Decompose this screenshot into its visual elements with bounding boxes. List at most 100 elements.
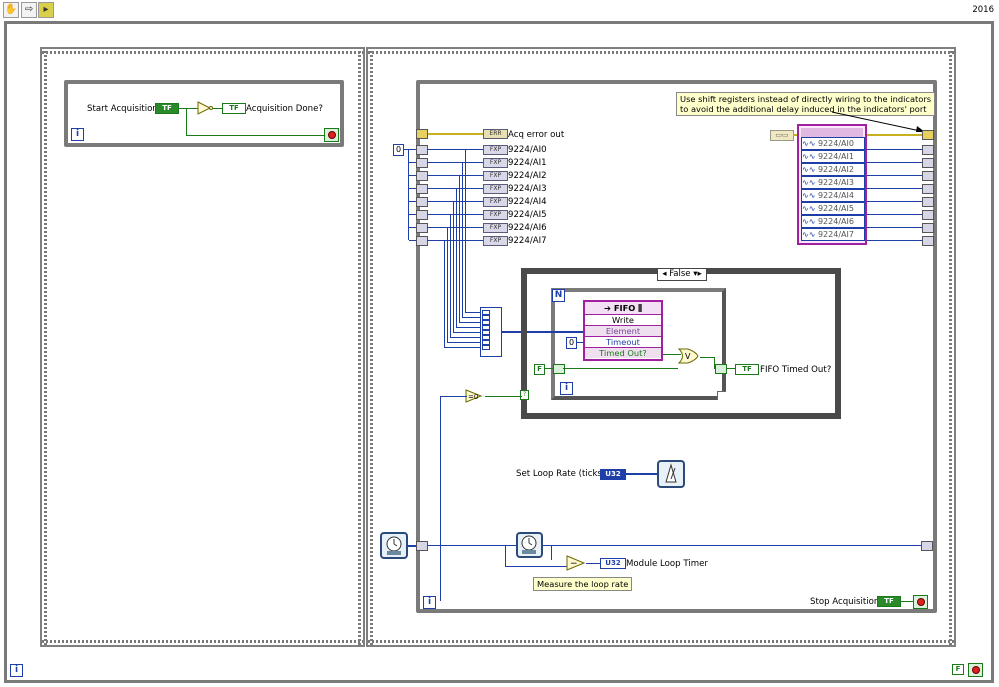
error-cluster-constant: ▭▭	[770, 130, 794, 141]
bundle-row-label: 9224/AI7	[817, 230, 854, 239]
or-gate-icon: V	[678, 348, 699, 364]
bundle-row-label: 9224/AI4	[817, 191, 854, 200]
start-acquisition-control[interactable]: TF	[155, 103, 179, 114]
channel-shift-register-left	[416, 171, 428, 181]
module-loop-timer-label: Module Loop Timer	[626, 559, 708, 569]
wire	[409, 214, 416, 215]
fifo-timed-out: Timed Out?	[585, 347, 661, 358]
wire	[427, 162, 483, 163]
fifo-element: Element	[585, 325, 661, 336]
channel-io-node: FXP	[483, 236, 508, 246]
wire	[427, 545, 921, 546]
wire	[456, 327, 480, 328]
wire	[186, 108, 187, 136]
channel-shift-register-right	[922, 184, 934, 194]
build-array-input	[482, 345, 490, 350]
zero-constant: 0	[393, 144, 404, 156]
channel-label: 9224/AI5	[508, 210, 547, 220]
outer-stop-terminal[interactable]	[968, 663, 983, 677]
wire	[427, 240, 483, 241]
bundle-row-label: 9224/AI0	[817, 139, 854, 148]
channel-io-node: FXP	[483, 145, 508, 155]
wire	[505, 545, 506, 567]
wire	[867, 201, 922, 202]
wire	[867, 214, 922, 215]
outer-false-constant: F	[952, 664, 964, 675]
error-shift-register-left	[416, 129, 428, 139]
set-loop-rate-control[interactable]: U32	[600, 469, 626, 480]
waveform-icon: ∿∿	[802, 152, 818, 161]
bundle-row-label: 9224/AI1	[817, 152, 854, 161]
wire	[459, 175, 460, 322]
module-loop-timer-indicator: U32	[600, 558, 626, 569]
case-selector-value: False	[669, 269, 691, 279]
wire	[444, 240, 445, 347]
wire	[440, 396, 467, 397]
channel-label: 9224/AI3	[508, 184, 547, 194]
arrow-forward-icon[interactable]: ⇨	[21, 2, 37, 18]
wire	[408, 545, 416, 547]
hand-tool-icon[interactable]: ✋	[3, 2, 19, 18]
svg-text:=0: =0	[468, 393, 478, 401]
wire	[427, 214, 483, 215]
waveform-icon: ∿∿	[802, 230, 818, 239]
svg-text:V: V	[685, 352, 691, 361]
start-acquisition-label: Start Acquisition	[87, 104, 158, 114]
channel-shift-register-right	[922, 210, 934, 220]
init-iteration-terminal: i	[71, 128, 84, 141]
bundle-row: ∿∿ 9224/AI2	[801, 163, 865, 176]
bundle-row: ∿∿ 9224/AI1	[801, 150, 865, 163]
channel-shift-register-left	[416, 158, 428, 168]
bundle-row: ∿∿ 9224/AI3	[801, 176, 865, 189]
loop-timer-icon	[657, 460, 685, 488]
channel-shift-register-left	[416, 197, 428, 207]
subtract-icon: −	[566, 555, 586, 571]
case-selector-terminal: ?	[520, 390, 529, 400]
acquisition-stop-terminal[interactable]	[913, 595, 928, 609]
waveform-icon: ∿∿	[802, 139, 818, 148]
wire	[563, 368, 678, 369]
waveform-icon: ∿∿	[802, 217, 818, 226]
wire	[867, 162, 922, 163]
channel-shift-register-right	[922, 236, 934, 246]
wire	[459, 322, 480, 323]
tick-count-icon-right	[516, 532, 543, 558]
case-selector[interactable]: ◂ False ▾▸	[657, 268, 707, 281]
wire	[465, 312, 480, 313]
svg-text:−: −	[570, 559, 578, 569]
wire	[409, 201, 416, 202]
wire	[409, 149, 416, 150]
for-loop-corner	[717, 391, 726, 400]
wire	[453, 201, 454, 332]
wire	[409, 188, 416, 189]
wire	[462, 317, 480, 318]
tick-shift-register-right	[921, 541, 933, 551]
bundle-header	[801, 128, 863, 137]
waveform-icon: ∿∿	[802, 191, 818, 200]
version-year: 2016	[972, 5, 994, 15]
error-wire	[428, 133, 483, 135]
highlight-execution-icon[interactable]: ▸	[38, 2, 54, 18]
bundle-row: ∿∿ 9224/AI4	[801, 189, 865, 202]
measure-loop-rate-note: Measure the loop rate	[533, 577, 633, 591]
wire	[409, 240, 416, 241]
channel-shift-register-left	[416, 210, 428, 220]
wire	[450, 214, 451, 337]
fifo-write-node: ➔ FIFO ⫼ Write Element Timeout Timed Out…	[583, 300, 663, 361]
channel-io-node: FXP	[483, 197, 508, 207]
channel-shift-register-right	[922, 171, 934, 181]
wire	[625, 473, 657, 475]
init-stop-terminal[interactable]	[324, 128, 339, 142]
wire	[427, 175, 483, 176]
wire	[544, 368, 553, 369]
wire	[576, 342, 584, 343]
wire	[456, 188, 457, 327]
channel-label: 9224/AI1	[508, 158, 547, 168]
wire	[409, 227, 416, 228]
fifo-timed-out-indicator: TF	[735, 364, 759, 375]
stop-acquisition-control[interactable]: TF	[877, 596, 901, 607]
bundle-row: ∿∿ 9224/AI7	[801, 228, 865, 241]
wire	[465, 149, 466, 312]
wire	[867, 175, 922, 176]
note-line-1: Use shift registers instead of directly …	[680, 94, 932, 104]
